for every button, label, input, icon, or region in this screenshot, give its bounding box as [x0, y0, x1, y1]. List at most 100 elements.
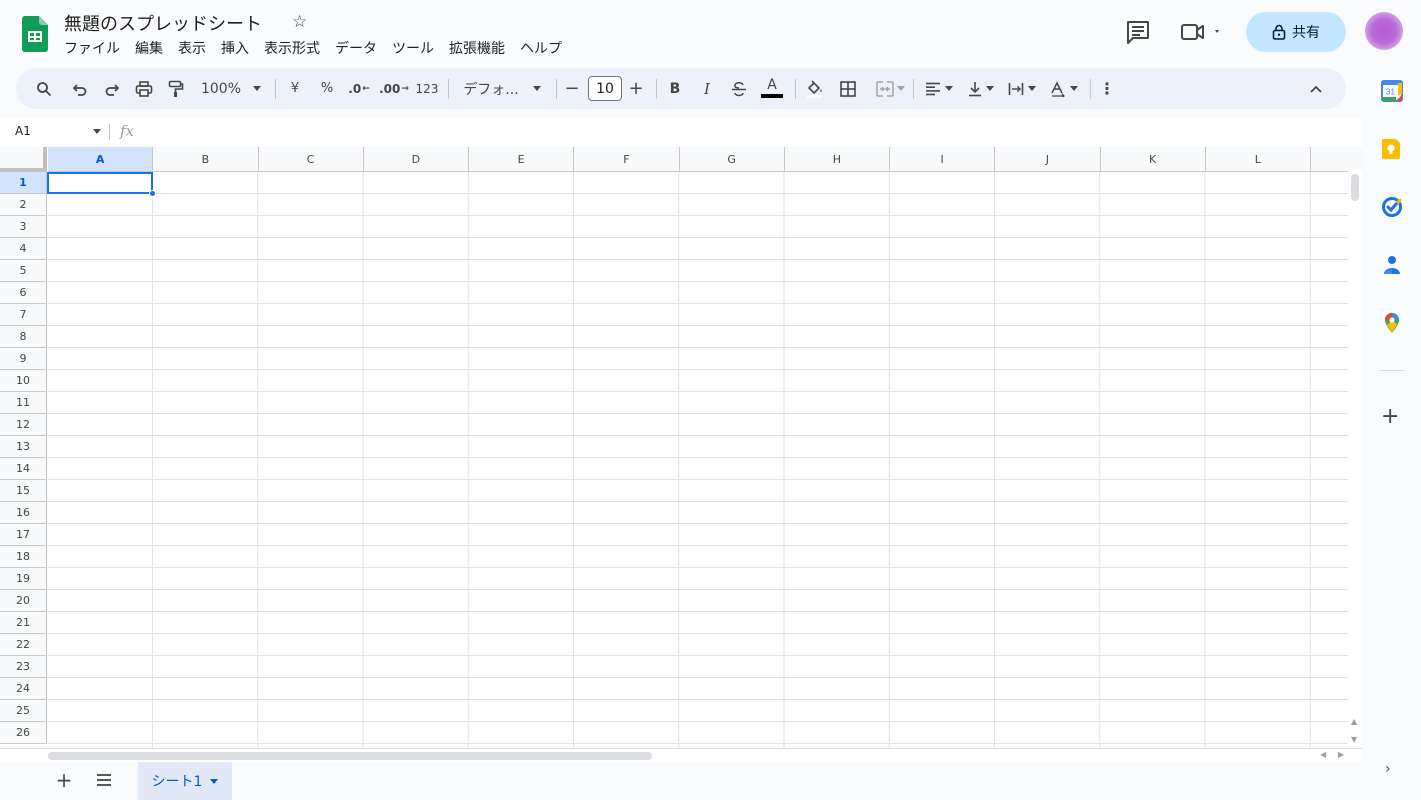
row-header[interactable]: 11: [0, 392, 47, 414]
get-addons-icon[interactable]: +: [1381, 404, 1399, 429]
all-sheets-menu-icon[interactable]: [94, 770, 114, 790]
menu-data[interactable]: データ: [335, 38, 384, 58]
horizontal-align-icon[interactable]: [921, 68, 957, 109]
row-header[interactable]: 7: [0, 304, 47, 326]
row-header[interactable]: 9: [0, 348, 47, 370]
font-select[interactable]: デフォ...: [459, 68, 545, 109]
more-options-icon[interactable]: ⋮: [1098, 68, 1116, 109]
keep-icon[interactable]: [1381, 138, 1403, 160]
row-header[interactable]: 3: [0, 216, 47, 238]
scroll-down-arrow-icon[interactable]: ▼: [1351, 735, 1357, 744]
name-box[interactable]: A1: [15, 124, 31, 138]
cell-grid[interactable]: A B C D E F G H I J K L 1 2 3 4 5 6 7 8 9 10 11 12 13 14 15 16 17 18 1…: [0, 147, 1362, 748]
tasks-icon[interactable]: [1381, 196, 1403, 218]
scroll-left-arrow-icon[interactable]: ◀: [1320, 750, 1326, 759]
add-sheet-icon[interactable]: +: [54, 768, 74, 792]
account-avatar[interactable]: [1365, 12, 1403, 50]
row-header[interactable]: 17: [0, 524, 47, 546]
row-header[interactable]: 18: [0, 546, 47, 568]
vertical-align-icon[interactable]: [963, 68, 999, 109]
select-all-corner[interactable]: [0, 147, 47, 172]
column-header[interactable]: E: [469, 147, 575, 172]
column-header[interactable]: A: [48, 147, 154, 172]
column-header-partial[interactable]: [1311, 147, 1362, 172]
hide-side-panel-icon[interactable]: ›: [1385, 761, 1391, 777]
italic-button[interactable]: I: [698, 68, 716, 109]
currency-format-button[interactable]: ¥: [286, 68, 304, 109]
row-header[interactable]: 25: [0, 700, 47, 722]
maps-icon[interactable]: [1381, 312, 1403, 334]
sheet-tab-caret-icon[interactable]: [210, 778, 219, 784]
vertical-scroll-thumb[interactable]: [1351, 174, 1359, 201]
menu-format[interactable]: 表示形式: [264, 38, 327, 58]
column-header[interactable]: G: [679, 147, 785, 172]
column-header[interactable]: H: [784, 147, 890, 172]
percent-format-button[interactable]: %: [318, 68, 336, 109]
row-header[interactable]: 2: [0, 194, 47, 216]
row-header[interactable]: 15: [0, 480, 47, 502]
row-header[interactable]: 12: [0, 414, 47, 436]
column-header[interactable]: D: [363, 147, 469, 172]
row-header[interactable]: 24: [0, 678, 47, 700]
decrease-decimal-button[interactable]: .0 ←: [348, 68, 370, 109]
zoom-select[interactable]: 100%: [198, 68, 264, 109]
redo-icon[interactable]: [102, 68, 122, 109]
menu-file[interactable]: ファイル: [64, 38, 127, 58]
horizontal-scroll-thumb[interactable]: [48, 752, 652, 760]
undo-icon[interactable]: [70, 68, 90, 109]
menu-tools[interactable]: ツール: [392, 38, 441, 58]
sheets-logo-icon[interactable]: [22, 16, 48, 52]
number-format-button[interactable]: 123: [415, 68, 439, 109]
document-title[interactable]: 無題のスプレッドシート: [64, 10, 262, 36]
column-header[interactable]: J: [995, 147, 1101, 172]
vertical-scrollbar[interactable]: [1348, 170, 1362, 748]
row-header[interactable]: 1: [0, 172, 47, 194]
font-size-input[interactable]: 10: [588, 76, 622, 101]
row-header[interactable]: 6: [0, 282, 47, 304]
row-header[interactable]: 26: [0, 722, 47, 744]
menu-help[interactable]: ヘルプ: [520, 38, 569, 58]
star-icon[interactable]: ☆: [292, 12, 307, 32]
text-rotation-icon[interactable]: [1046, 68, 1082, 109]
row-header[interactable]: 13: [0, 436, 47, 458]
row-header[interactable]: 5: [0, 260, 47, 282]
column-header[interactable]: B: [153, 147, 259, 172]
strikethrough-icon[interactable]: [729, 68, 749, 109]
calendar-icon[interactable]: 31: [1381, 80, 1403, 102]
print-icon[interactable]: [134, 68, 154, 109]
row-header[interactable]: 16: [0, 502, 47, 524]
menu-extensions[interactable]: 拡張機能: [449, 38, 512, 58]
row-header[interactable]: 21: [0, 612, 47, 634]
increase-decimal-button[interactable]: .00 →: [379, 68, 409, 109]
column-header[interactable]: K: [1100, 147, 1206, 172]
row-header[interactable]: 22: [0, 634, 47, 656]
menu-view[interactable]: 表示: [178, 38, 213, 58]
share-button[interactable]: 共有: [1246, 12, 1346, 52]
bold-button[interactable]: B: [666, 68, 684, 109]
menu-edit[interactable]: 編集: [135, 38, 170, 58]
row-header[interactable]: 4: [0, 238, 47, 260]
column-header[interactable]: L: [1205, 147, 1311, 172]
column-header[interactable]: F: [574, 147, 680, 172]
collapse-menus-icon[interactable]: [1306, 68, 1326, 109]
comment-history-icon[interactable]: [1124, 19, 1152, 45]
cells-area[interactable]: [48, 172, 1362, 748]
row-header[interactable]: 23: [0, 656, 47, 678]
text-wrapping-icon[interactable]: [1004, 68, 1040, 109]
sheet-tab-active[interactable]: シート1: [138, 762, 232, 800]
horizontal-scrollbar[interactable]: ◀ ▶: [0, 748, 1362, 762]
increase-font-size-icon[interactable]: +: [628, 68, 644, 109]
decrease-font-size-icon[interactable]: −: [564, 68, 580, 109]
row-header[interactable]: 20: [0, 590, 47, 612]
scroll-up-arrow-icon[interactable]: ▲: [1351, 717, 1357, 726]
column-header[interactable]: I: [890, 147, 996, 172]
merge-cells-icon[interactable]: [870, 68, 910, 109]
active-cell-a1[interactable]: [47, 172, 153, 194]
column-header[interactable]: C: [258, 147, 364, 172]
meet-video-icon[interactable]: [1178, 19, 1228, 45]
contacts-icon[interactable]: [1381, 254, 1403, 276]
search-menus-icon[interactable]: [34, 68, 54, 109]
row-header[interactable]: 10: [0, 370, 47, 392]
menu-insert[interactable]: 挿入: [221, 38, 256, 58]
row-header[interactable]: 14: [0, 458, 47, 480]
